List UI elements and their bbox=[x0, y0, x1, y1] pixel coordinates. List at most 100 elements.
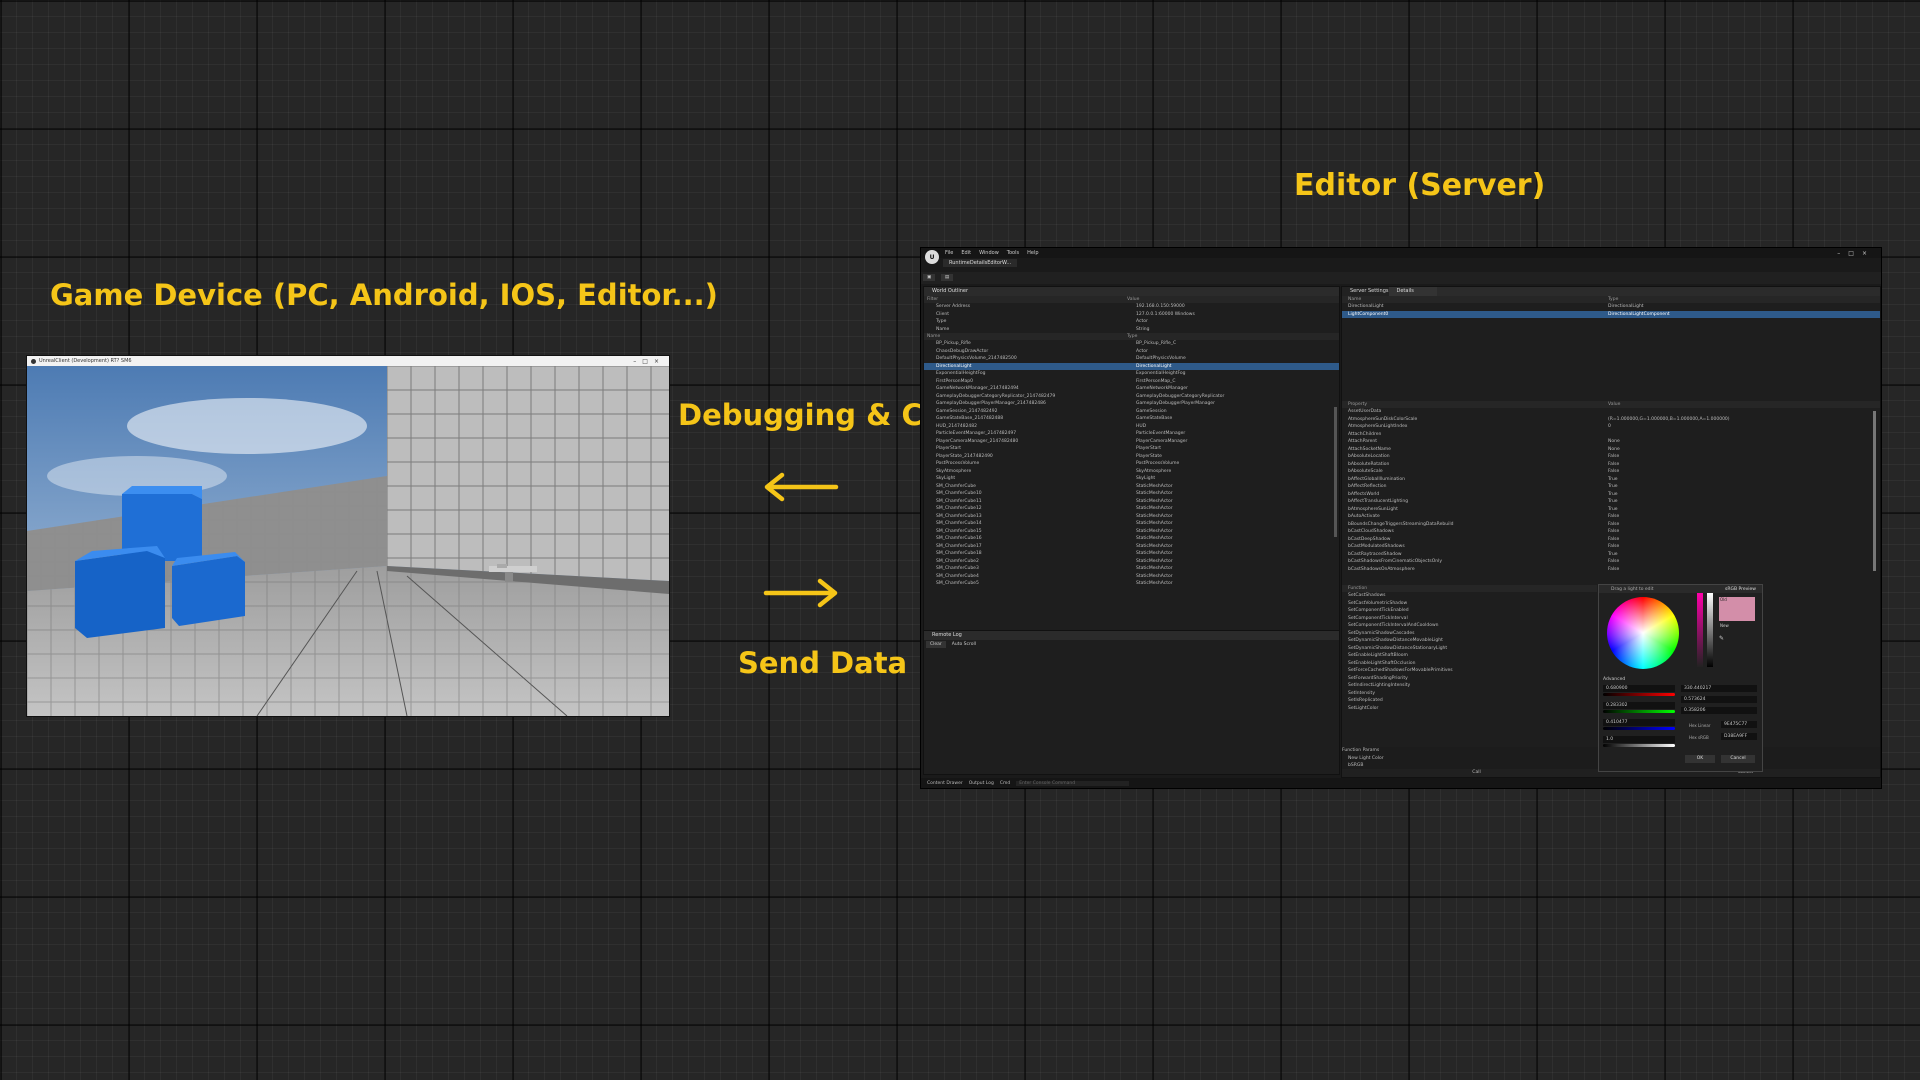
tab-details[interactable]: Details bbox=[1388, 287, 1437, 296]
hsv-field[interactable]: 330.440217 bbox=[1681, 685, 1757, 692]
game-viewport[interactable] bbox=[27, 366, 669, 716]
menu-file[interactable]: File bbox=[945, 250, 953, 256]
outliner-row[interactable]: SM_ChamferCube13 StaticMeshActor bbox=[924, 513, 1339, 521]
property-scrollbar[interactable] bbox=[1873, 411, 1876, 571]
outliner-row[interactable]: SkyLight SkyLight bbox=[924, 475, 1339, 483]
hsv-field[interactable]: 0.573624 bbox=[1681, 696, 1757, 703]
menu-tools[interactable]: Tools bbox=[1007, 250, 1019, 256]
outliner-row[interactable]: DirectionalLight DirectionalLight bbox=[924, 362, 1339, 370]
filter-row[interactable]: Server Address 192.168.0.150:59000 bbox=[924, 303, 1339, 311]
outliner-row[interactable]: PlayerStart PlayerStart bbox=[924, 445, 1339, 453]
function-row[interactable]: SetDynamicShadowDistanceStationaryLight bbox=[1342, 645, 1597, 653]
property-row[interactable]: AtmosphereSunLightIndex 0 bbox=[1342, 423, 1880, 431]
srgb-preview-toggle[interactable]: sRGB Preview bbox=[1725, 587, 1756, 592]
outliner-row[interactable]: PostProcessVolume PostProcessVolume bbox=[924, 460, 1339, 468]
function-row[interactable]: SetComponentTickEnabled bbox=[1342, 607, 1597, 615]
component-row[interactable]: LightComponent0 DirectionalLightComponent bbox=[1342, 310, 1880, 318]
property-row[interactable]: bAtmosphereSunLight True bbox=[1342, 506, 1880, 514]
outliner-row[interactable]: PlayerState_2147482490 PlayerState bbox=[924, 453, 1339, 461]
browse-icon[interactable]: ▤ bbox=[940, 274, 954, 281]
function-row[interactable]: SetCastShadows bbox=[1342, 592, 1597, 600]
outliner-row[interactable]: SM_ChamferCube18 StaticMeshActor bbox=[924, 550, 1339, 558]
outliner-row[interactable]: FirstPersonMap0 FirstPersonMap_C bbox=[924, 378, 1339, 386]
menu-edit[interactable]: Edit bbox=[961, 250, 971, 256]
property-row[interactable]: bAbsoluteScale False bbox=[1342, 468, 1880, 476]
property-row[interactable]: AttachChildren bbox=[1342, 431, 1880, 439]
property-row[interactable]: bCastDeepShadow False bbox=[1342, 536, 1880, 544]
picker-search[interactable]: Drag a light to edit bbox=[1611, 587, 1654, 592]
property-row[interactable]: AttachParent None bbox=[1342, 438, 1880, 446]
console-input[interactable]: Enter Console Command bbox=[1016, 780, 1130, 786]
property-row[interactable]: bAffectReflection True bbox=[1342, 483, 1880, 491]
picker-cancel-button[interactable]: Cancel bbox=[1721, 755, 1755, 763]
cmd-button[interactable]: Cmd bbox=[1000, 781, 1010, 786]
function-row[interactable]: SetIndirectLightingIntensity bbox=[1342, 682, 1597, 690]
editor-tab[interactable]: RuntimeDetailsEditorW... bbox=[943, 259, 1018, 267]
channel-slider[interactable] bbox=[1603, 744, 1675, 747]
outliner-scrollbar[interactable] bbox=[1334, 407, 1337, 537]
outliner-row[interactable]: BP_Pickup_Rifle BP_Pickup_Rifle_C bbox=[924, 340, 1339, 348]
property-row[interactable]: AtmosphereSunDiskColorScale (R=1.000000,G… bbox=[1342, 416, 1880, 424]
outliner-row[interactable]: SM_ChamferCube17 StaticMeshActor bbox=[924, 543, 1339, 551]
channel-field[interactable]: 0.680900 bbox=[1603, 685, 1675, 692]
property-row[interactable]: bCastRaytracedShadow True bbox=[1342, 551, 1880, 559]
outliner-row[interactable]: SM_ChamferCube10 StaticMeshActor bbox=[924, 490, 1339, 498]
outliner-row[interactable]: SM_ChamferCube StaticMeshActor bbox=[924, 483, 1339, 491]
property-row[interactable]: bCastShadowsOnAtmosphere False bbox=[1342, 566, 1880, 574]
menu-window[interactable]: Window bbox=[979, 250, 999, 256]
filter-row[interactable]: Name String bbox=[924, 326, 1339, 334]
channel-slider[interactable] bbox=[1603, 727, 1675, 730]
property-row[interactable]: bBoundsChangeTriggersStreamingDataRebuil… bbox=[1342, 521, 1880, 529]
channel-field[interactable]: 1.0 bbox=[1603, 736, 1675, 743]
function-row[interactable]: SetEnableLightShaftOcclusion bbox=[1342, 660, 1597, 668]
outliner-row[interactable]: GameNetworkManager_2147482494 GameNetwork… bbox=[924, 385, 1339, 393]
property-row[interactable]: bAutoActivate False bbox=[1342, 513, 1880, 521]
hex-linear-field[interactable]: 9E475C77 bbox=[1721, 721, 1757, 728]
saturation-bar[interactable] bbox=[1697, 593, 1703, 667]
property-row[interactable]: bCastModulatedShadows False bbox=[1342, 543, 1880, 551]
outliner-row[interactable]: SkyAtmosphere SkyAtmosphere bbox=[924, 468, 1339, 476]
outliner-row[interactable]: SM_ChamferCube4 StaticMeshActor bbox=[924, 573, 1339, 581]
outliner-row[interactable]: SM_ChamferCube14 StaticMeshActor bbox=[924, 520, 1339, 528]
tab-remote-log[interactable]: Remote Log bbox=[924, 631, 1339, 640]
outliner-row[interactable]: GameStateBase_2147482488 GameStateBase bbox=[924, 415, 1339, 423]
outliner-row[interactable]: ParticleEventManager_2147482497 ParticleE… bbox=[924, 430, 1339, 438]
component-row[interactable]: DirectionalLight DirectionalLight bbox=[1342, 303, 1880, 311]
property-row[interactable]: bAffectGlobalIllumination True bbox=[1342, 476, 1880, 484]
outliner-row[interactable]: SM_ChamferCube5 StaticMeshActor bbox=[924, 580, 1339, 588]
hex-srgb-field[interactable]: D38EA9FF bbox=[1721, 733, 1757, 740]
filter-row[interactable]: Client 127.0.0.1:60000 Windows bbox=[924, 311, 1339, 319]
value-bar[interactable] bbox=[1707, 593, 1713, 667]
autoscroll-checkbox[interactable]: Auto Scroll bbox=[952, 642, 976, 647]
save-icon[interactable]: ▣ bbox=[923, 274, 936, 281]
property-row[interactable]: bAbsoluteLocation False bbox=[1342, 453, 1880, 461]
function-row[interactable]: SetEnableLightShaftBloom bbox=[1342, 652, 1597, 660]
property-row[interactable]: bAffectsWorld True bbox=[1342, 491, 1880, 499]
eyedropper-icon[interactable]: ✎ bbox=[1719, 635, 1724, 642]
property-row[interactable]: bCastCloudShadows False bbox=[1342, 528, 1880, 536]
outliner-row[interactable]: GameplayDebuggerCategoryReplicator_21474… bbox=[924, 393, 1339, 401]
outliner-row[interactable]: ExponentialHeightFog ExponentialHeightFog bbox=[924, 370, 1339, 378]
property-row[interactable]: AssetUserData bbox=[1342, 408, 1880, 416]
channel-slider[interactable] bbox=[1603, 693, 1675, 696]
clear-button[interactable]: Clear bbox=[926, 641, 946, 648]
channel-slider[interactable] bbox=[1603, 710, 1675, 713]
tab-server-settings[interactable]: Server Settings bbox=[1342, 287, 1389, 296]
function-row[interactable]: SetLightColor bbox=[1342, 705, 1597, 713]
function-row[interactable]: SetForceCachedShadowsForMovablePrimitive… bbox=[1342, 667, 1597, 675]
outliner-row[interactable]: SM_ChamferCube16 StaticMeshActor bbox=[924, 535, 1339, 543]
outliner-row[interactable]: DefaultPhysicsVolume_2147482500 DefaultPh… bbox=[924, 355, 1339, 363]
function-row[interactable]: SetComponentTickInterval bbox=[1342, 615, 1597, 623]
function-row[interactable]: SetCastVolumetricShadow bbox=[1342, 600, 1597, 608]
property-row[interactable]: bCastShadowsFromCinematicObjectsOnly Fals… bbox=[1342, 558, 1880, 566]
property-row[interactable]: bAbsoluteRotation False bbox=[1342, 461, 1880, 469]
property-row[interactable]: AttachSocketName None bbox=[1342, 446, 1880, 454]
function-row[interactable]: SetDynamicShadowCascades bbox=[1342, 630, 1597, 638]
function-row[interactable]: SetIsReplicated bbox=[1342, 697, 1597, 705]
content-drawer-button[interactable]: Content Drawer bbox=[927, 781, 963, 786]
tab-world-outliner[interactable]: World Outliner bbox=[924, 287, 1339, 296]
function-row[interactable]: SetIntensity bbox=[1342, 690, 1597, 698]
window-controls[interactable]: –□× bbox=[633, 358, 665, 365]
color-wheel[interactable] bbox=[1607, 597, 1679, 669]
function-row[interactable]: SetDynamicShadowDistanceMovableLight bbox=[1342, 637, 1597, 645]
